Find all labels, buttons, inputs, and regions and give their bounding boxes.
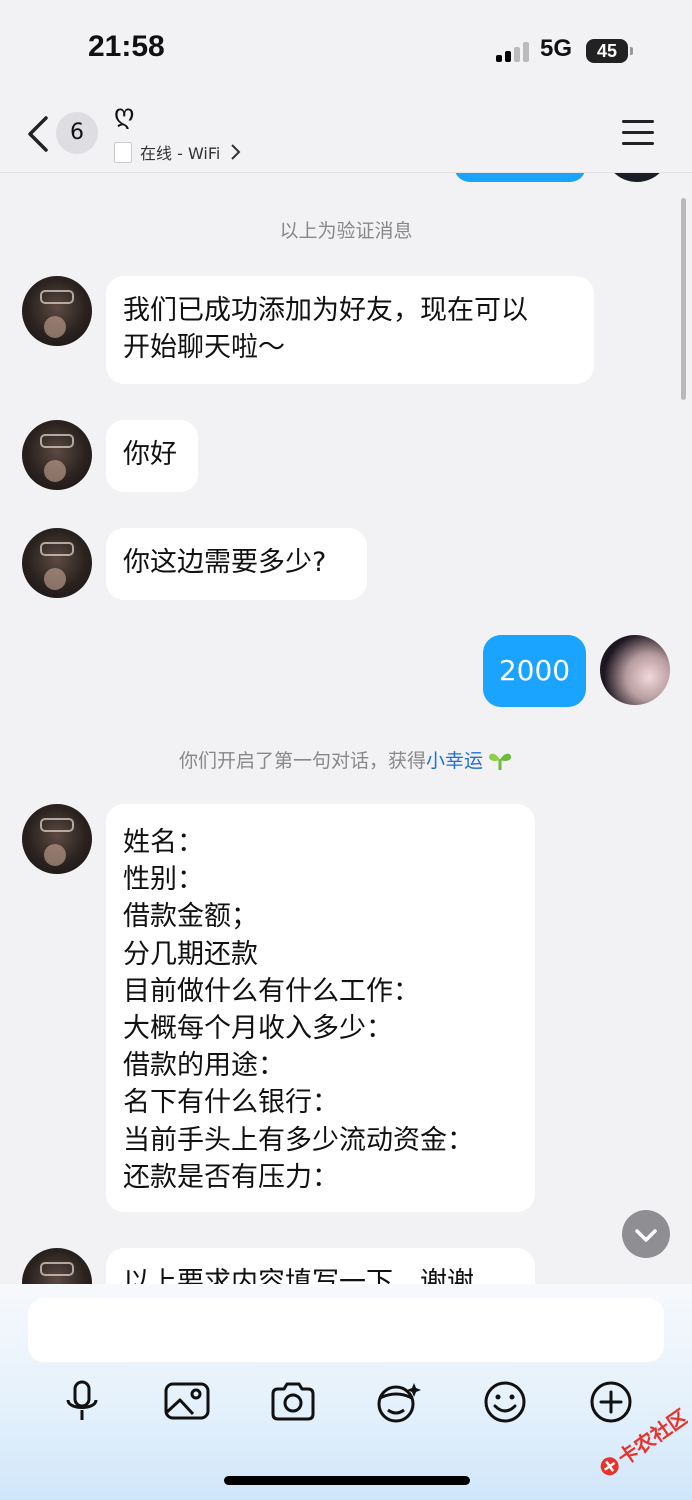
chevron-down-icon [635, 1229, 657, 1242]
watermark-logo: 卡农社区 [588, 1404, 692, 1484]
contact-avatar[interactable] [22, 804, 92, 874]
image-icon[interactable] [163, 1380, 211, 1424]
watermark-icon: 卡农社区 [600, 1405, 692, 1476]
message-input[interactable] [28, 1298, 664, 1362]
lucky-link[interactable]: 小幸运 [426, 750, 483, 772]
emoji-icon[interactable] [481, 1380, 529, 1424]
message-bubble[interactable]: 你好 [106, 420, 198, 492]
status-bar: 21:58 5G 45 [0, 0, 692, 100]
home-indicator [224, 1476, 470, 1485]
form-line: 性别： [123, 864, 204, 896]
network-type: 5G [540, 35, 573, 62]
chat-header: 6 ღ 在线 - WiFi [0, 100, 692, 173]
message-text: 2000 [498, 654, 571, 687]
unread-count-badge[interactable]: 6 [56, 112, 98, 154]
system-message: 以上为验证消息 [279, 220, 413, 242]
message-bubble[interactable]: 姓名： 性别： 借款金额； 分几期还款 目前做什么有什么工作： 大概每个月收入多… [106, 804, 535, 1212]
form-line: 目前做什么有什么工作： [123, 975, 420, 1007]
message-text: 我们已成功添加为好友，现在可以 [123, 295, 528, 326]
online-status-text: 在线 - WiFi [140, 144, 221, 163]
avatar [604, 172, 670, 182]
back-arrow-icon[interactable] [24, 114, 52, 154]
watermark-text: 卡农社区 [613, 1405, 688, 1471]
form-line: 名下有什么银行： [123, 1087, 339, 1119]
my-message-bubble[interactable]: 2000 [483, 635, 586, 707]
menu-icon[interactable] [622, 120, 654, 146]
microphone-icon[interactable] [58, 1380, 106, 1424]
message-bubble[interactable]: 以上要求内容填写一下，谢谢 [106, 1248, 535, 1284]
contact-avatar[interactable] [22, 420, 92, 490]
scroll-down-button[interactable] [622, 1210, 670, 1258]
chevron-right-icon [231, 144, 241, 160]
my-avatar[interactable] [600, 635, 670, 705]
online-status[interactable]: 在线 - WiFi [114, 140, 242, 164]
contact-avatar[interactable] [22, 276, 92, 346]
cellular-signal-icon [496, 42, 532, 62]
page-icon [114, 141, 132, 163]
message-bubble[interactable]: 我们已成功添加为好友，现在可以 开始聊天啦～ [106, 276, 594, 384]
status-time: 21:58 [88, 30, 165, 63]
form-line: 还款是否有压力： [123, 1161, 339, 1193]
system-message-text: 你们开启了第一句对话，获得 [178, 750, 426, 772]
message-text: 你好 [123, 439, 177, 470]
message-bubble[interactable]: 你这边需要多少? [106, 528, 367, 600]
form-line: 分几期还款 [123, 938, 258, 970]
form-line: 姓名： [123, 827, 204, 858]
camera-icon[interactable] [269, 1380, 317, 1424]
face-sticker-icon[interactable] [374, 1380, 422, 1424]
contact-avatar[interactable] [22, 1248, 92, 1284]
sprout-icon [489, 753, 512, 770]
scrollbar[interactable] [681, 198, 686, 400]
battery-icon: 45 [586, 39, 633, 63]
message-text: 开始聊天啦～ [123, 332, 285, 363]
form-line: 借款金额； [123, 901, 258, 933]
contact-avatar[interactable] [22, 528, 92, 598]
message-text: 以上要求内容填写一下，谢谢 [123, 1267, 474, 1284]
form-line: 大概每个月收入多少： [123, 1013, 393, 1045]
message-text: 你这边需要多少? [123, 547, 327, 578]
form-line: 借款的用途： [123, 1050, 285, 1082]
form-line: 当前手头上有多少流动资金： [123, 1124, 474, 1156]
message-bubble-partial [454, 172, 586, 182]
chat-message-list[interactable]: 以上为验证消息 我们已成功添加为好友，现在可以 开始聊天啦～ 你好 你这边需要多… [0, 172, 692, 1284]
system-message: 你们开启了第一句对话，获得小幸运 [0, 746, 692, 773]
contact-nickname[interactable]: ღ [114, 100, 134, 130]
